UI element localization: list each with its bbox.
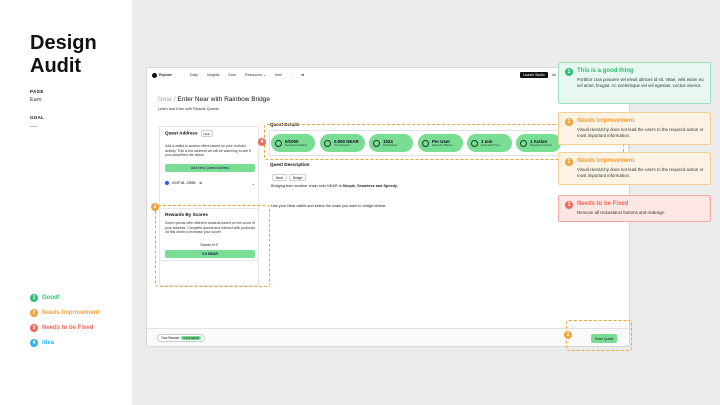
breadcrumb: Near / Enter Near with Rainbow Bridge [158,96,270,103]
note-marker: 2 [565,118,573,126]
annotation-marker: 4 [258,138,266,146]
note-fix: 3 Needs to be Fixed Remove all redundanc… [558,195,711,222]
nav-daily[interactable]: Daily [190,73,198,77]
wallet-address: 0X3F1B...D59B [172,181,196,185]
logo-icon [152,72,157,78]
legend-item-idea: 4 Idea [30,335,99,350]
note-body: Porttitor cras posuere vel eleuit ultric… [577,77,704,88]
add-quest-address-button[interactable]: Add New Quest Address [165,164,255,172]
annotation-marker: 2 [151,203,159,211]
description-tag-near: Near [272,174,287,181]
chain-tag: Near [200,130,214,137]
note-body: Visual Hierarchy does not lead the users… [577,167,704,178]
copy-icon[interactable]: ⧉ [200,181,202,185]
note-body: Remove all redundanct buttons and redesi… [577,210,665,215]
note-marker: 1 [565,68,573,76]
quest-address-title: Quest Address Near [165,130,214,137]
nav-extra-icon[interactable]: ◦ [291,73,292,77]
legend-label: Needs to be Fixed [42,324,94,331]
page-label: PAGE [30,89,44,94]
your-reward-chip: Your Reward 0.000 NEAR [157,334,205,342]
breadcrumb-parent[interactable]: Near / [158,96,176,103]
note-title: Needs to be Fixed [577,201,629,207]
page-value: Earn [30,97,42,103]
note-title: This is a good thing [577,68,634,74]
goal-label: GOAL [30,115,45,120]
nav-resources[interactable]: Resources ⌄ [245,73,266,77]
legend-label: Idea [42,339,55,346]
top-nav: Ripside Daily Insights Earn Resources ⌄ … [147,68,629,82]
audit-panel: Design Audit PAGE Earn GOAL ---- 1 Good!… [0,0,132,405]
description-line-1: Bridging from another chain onto NEAR is… [271,184,398,188]
nav-earn[interactable]: Earn [228,73,236,77]
wallet-row[interactable]: 0X3F1B...D59B ⧉ ⌄ [165,179,255,187]
legend-marker: 2 [30,308,38,317]
bottom-bar [147,328,629,346]
page-title: Enter Near with Rainbow Bridge [175,96,271,103]
nav-intel[interactable]: Intel [275,73,282,77]
legend-marker: 1 [30,293,38,302]
description-line-2: Use your Near wallet and select the chai… [271,204,387,208]
description-line-1-bold: Simple, Seamless and Speedy. [341,184,398,188]
note-marker: 2 [565,158,573,166]
account-menu[interactable]: Ab [552,73,556,77]
quest-address-description: Add a wallet to access offers based on y… [165,144,251,158]
nav-insights[interactable]: Insights [207,73,219,77]
legend: 1 Good! 2 Needs Improvement 3 Needs to b… [30,290,99,350]
annotation-rewards-area [155,205,270,287]
note-body: Visual Hierarchy does not lead the users… [577,127,704,138]
logo[interactable]: Ripside [159,73,172,77]
nav-swap-icon[interactable]: ⇆ [301,73,304,77]
description-tag-bridge: Bridge [289,174,307,181]
legend-label: Good! [42,294,60,301]
note-good: 1 This is a good thing Porttitor cras po… [558,62,711,104]
launch-studio-button[interactable]: Launch Studio [520,72,548,78]
wallet-icon [165,181,169,185]
legend-item-fix: 3 Needs to be Fixed [30,320,99,335]
goal-value: ---- [30,124,38,130]
legend-label: Needs Improvement [42,309,100,316]
quest-description-title: Quest Description [270,162,310,167]
chevron-down-icon[interactable]: ⌄ [252,181,255,186]
audit-title: Design Audit [30,32,97,77]
note-marker: 3 [565,201,573,209]
note-title: Needs Improvement [577,158,635,164]
note-improvement-2: 2 Needs Improvement Visual Hierarchy doe… [558,152,711,185]
annotation-marker: 2 [564,331,572,339]
note-improvement-1: 2 Needs Improvement Visual Hierarchy doe… [558,112,711,145]
page-subtitle: Learn and Earn with Ripside Quests [158,107,219,111]
legend-item-good: 1 Good! [30,290,99,305]
note-title: Needs Improvement [577,118,635,124]
annotation-enter-area [566,320,632,351]
your-reward-badge: 0.000 NEAR [181,336,201,340]
legend-item-improvement: 2 Needs Improvement [30,305,99,320]
legend-marker: 3 [30,323,38,332]
description-line-1-text: Bridging from another chain onto NEAR is [271,184,342,188]
your-reward-label: Your Reward [161,336,180,340]
quest-address-heading: Quest Address [165,130,198,136]
legend-marker: 4 [30,338,38,347]
